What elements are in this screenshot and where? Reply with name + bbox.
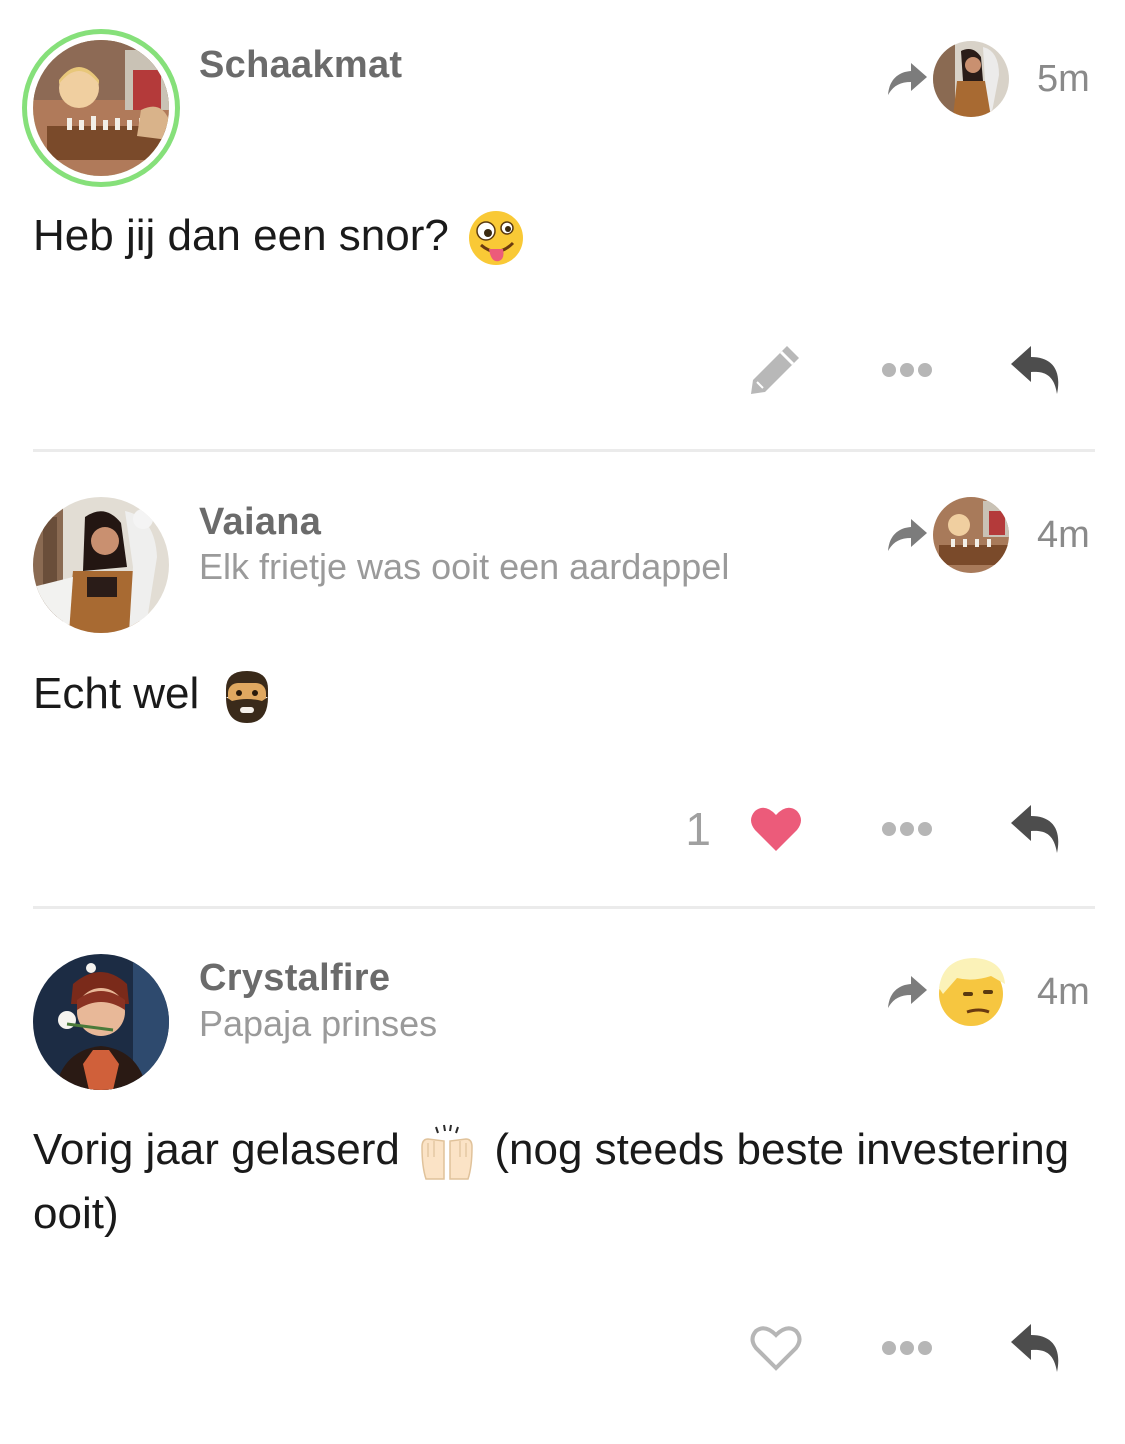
share-arrow-icon bbox=[885, 59, 929, 99]
post-body: Vorig jaar gelaserd (nog steeds beste in… bbox=[33, 1118, 1085, 1246]
avatar-vaiana[interactable] bbox=[33, 497, 169, 633]
post-text-part1: Vorig jaar gelaserd bbox=[33, 1125, 400, 1174]
post-body: Echt wel bbox=[33, 662, 1085, 726]
post-text: Echt wel bbox=[33, 669, 200, 718]
reply-button[interactable] bbox=[1009, 344, 1065, 396]
heart-icon bbox=[751, 807, 801, 851]
like-button[interactable] bbox=[749, 805, 803, 853]
pencil-icon bbox=[751, 346, 799, 394]
timestamp: 4m bbox=[1037, 513, 1090, 556]
bearded-man-emoji bbox=[218, 667, 276, 725]
reply-icon bbox=[1009, 344, 1065, 396]
post-text: Heb jij dan een snor? bbox=[33, 211, 449, 260]
edit-button[interactable] bbox=[747, 342, 803, 398]
reply-icon bbox=[1009, 803, 1065, 855]
more-options-button[interactable] bbox=[881, 821, 933, 837]
post-actions bbox=[749, 1318, 1065, 1378]
divider bbox=[33, 449, 1095, 452]
more-dots-icon bbox=[881, 362, 933, 378]
heart-outline-icon bbox=[750, 1326, 802, 1371]
reply-to-avatar[interactable] bbox=[933, 954, 1009, 1030]
reply-button[interactable] bbox=[1009, 1322, 1065, 1374]
user-status: Papaja prinses bbox=[199, 1003, 438, 1044]
reply-to-meta: 4m bbox=[885, 497, 1093, 573]
reply-button[interactable] bbox=[1009, 803, 1065, 855]
more-dots-icon bbox=[881, 1340, 933, 1356]
user-status: Elk frietje was ooit een aardappel bbox=[199, 546, 730, 587]
like-button[interactable] bbox=[749, 1324, 803, 1372]
timestamp: 4m bbox=[1037, 970, 1090, 1013]
avatar-crystalfire[interactable] bbox=[33, 954, 169, 1090]
raising-hands-emoji bbox=[418, 1123, 476, 1181]
post-actions: 1 bbox=[685, 799, 1065, 859]
reply-to-meta: 4m bbox=[885, 954, 1093, 1030]
zany-face-emoji bbox=[467, 209, 525, 267]
reply-to-meta: 5m bbox=[885, 41, 1093, 117]
reply-to-avatar[interactable] bbox=[933, 41, 1009, 117]
divider bbox=[33, 906, 1095, 909]
share-arrow-icon bbox=[885, 515, 929, 555]
timestamp: 5m bbox=[1037, 57, 1090, 100]
reply-icon bbox=[1009, 1322, 1065, 1374]
avatar-schaakmat[interactable] bbox=[33, 40, 169, 176]
post-body: Heb jij dan een snor? bbox=[33, 204, 1085, 268]
post-actions bbox=[747, 340, 1065, 400]
more-options-button[interactable] bbox=[881, 1340, 933, 1356]
username[interactable]: Schaakmat bbox=[199, 44, 402, 87]
reply-to-avatar[interactable] bbox=[933, 497, 1009, 573]
username[interactable]: Vaiana bbox=[199, 501, 321, 544]
username[interactable]: Crystalfire bbox=[199, 957, 390, 1000]
share-arrow-icon bbox=[885, 972, 929, 1012]
more-options-button[interactable] bbox=[881, 362, 933, 378]
more-dots-icon bbox=[881, 821, 933, 837]
like-count: 1 bbox=[685, 803, 711, 855]
